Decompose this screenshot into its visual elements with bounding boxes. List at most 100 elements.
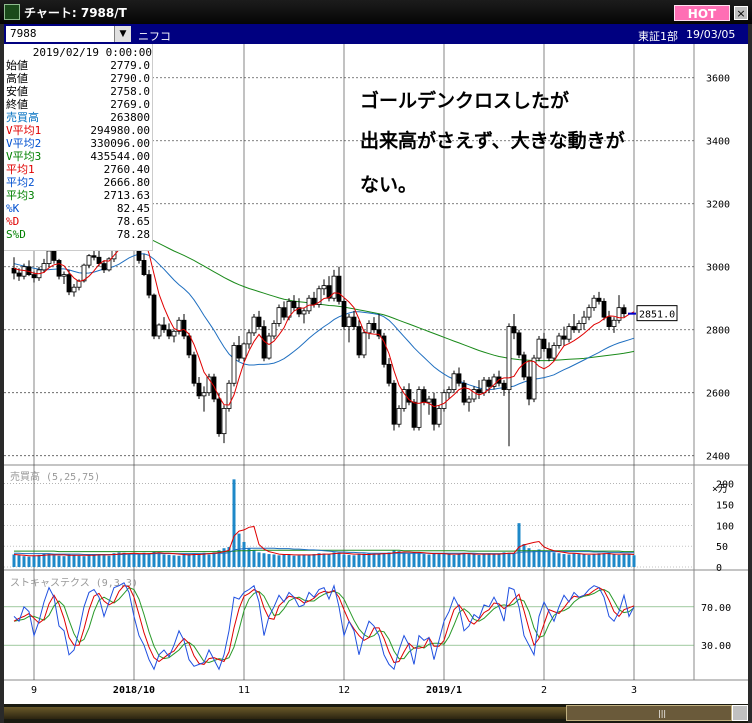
info-label: 始値 xyxy=(6,59,28,72)
volume-bar xyxy=(102,555,106,567)
volume-bar xyxy=(502,552,506,567)
volume-unit-label: ×万 xyxy=(712,484,728,495)
volume-bar xyxy=(452,554,456,567)
volume-bar xyxy=(447,554,451,567)
volume-bar xyxy=(322,553,326,567)
volume-bar xyxy=(212,552,216,567)
scroll-overview[interactable] xyxy=(4,707,566,719)
volume-bar xyxy=(112,553,116,567)
volume-bar xyxy=(77,555,81,567)
volume-bar xyxy=(487,553,491,567)
volume-bar xyxy=(457,554,461,567)
volume-bar xyxy=(152,551,156,567)
candle-body xyxy=(501,382,507,390)
info-row: V平均2 330096.00 xyxy=(4,137,152,150)
volume-bar xyxy=(27,556,31,567)
candle-body xyxy=(341,300,347,327)
candle-body xyxy=(271,323,277,337)
scroll-thumb[interactable] xyxy=(566,705,732,721)
candle-body xyxy=(91,255,97,258)
volume-bar xyxy=(357,554,361,567)
candle-body xyxy=(71,286,77,293)
volume-bar xyxy=(197,553,201,567)
volume-bar xyxy=(612,554,616,567)
scroll-end-button[interactable] xyxy=(732,705,748,721)
candle-body xyxy=(591,297,597,309)
volume-bar xyxy=(277,555,281,567)
ma-short-line xyxy=(13,230,635,408)
company-name: ニフコ xyxy=(138,30,171,43)
volume-bar xyxy=(572,553,576,567)
candle-body xyxy=(146,274,152,296)
volume-bar xyxy=(517,523,521,567)
candle-body xyxy=(541,338,547,350)
info-value: 2666.80 xyxy=(103,176,150,189)
candle-body xyxy=(336,275,342,302)
info-value: 2769.0 xyxy=(110,98,150,111)
candle-body xyxy=(531,357,537,400)
candle-body xyxy=(396,408,402,425)
volume-bar xyxy=(32,555,36,567)
volume-bar xyxy=(577,554,581,567)
candle-body xyxy=(41,263,47,271)
candle-body xyxy=(156,324,162,337)
volume-bar xyxy=(387,552,391,567)
candle-body xyxy=(421,389,427,403)
hot-badge[interactable]: HOT xyxy=(674,5,730,21)
price-tick-label: 3200 xyxy=(706,200,730,211)
close-button[interactable]: × xyxy=(734,6,748,20)
chevron-down-icon[interactable]: ▼ xyxy=(114,26,131,42)
volume-bar xyxy=(507,552,511,567)
candle-body xyxy=(546,348,552,359)
volume-bar xyxy=(482,554,486,567)
volume-bar xyxy=(282,554,286,567)
volume-bar xyxy=(617,554,621,567)
info-label: 平均2 xyxy=(6,176,35,189)
annotation-line-1: ゴールデンクロスしたが xyxy=(360,90,570,112)
volume-bar xyxy=(62,556,66,567)
candle-body xyxy=(161,324,167,331)
volume-bar xyxy=(492,553,496,567)
price-tick-label: 3000 xyxy=(706,263,730,274)
volume-bar xyxy=(522,544,526,567)
horizontal-scrollbar[interactable]: ||| xyxy=(4,704,748,723)
x-tick-label: 11 xyxy=(238,685,250,696)
volume-bar xyxy=(542,551,546,567)
info-row: %K 82.45 xyxy=(4,202,152,215)
info-value: 2790.0 xyxy=(110,72,150,85)
candle-body xyxy=(386,363,392,384)
stoch-k-line xyxy=(13,582,635,671)
candle-body xyxy=(246,332,252,345)
candle-body xyxy=(141,260,147,275)
candle-body xyxy=(476,389,482,394)
stoch-d-line xyxy=(13,585,635,665)
candle-body xyxy=(361,332,367,356)
info-row: S%D 78.28 xyxy=(4,228,152,241)
volume-bar xyxy=(272,554,276,567)
volume-bar xyxy=(442,553,446,567)
candle-body xyxy=(461,382,467,403)
volume-bar xyxy=(372,554,376,567)
symbol-input[interactable]: 7988 xyxy=(6,26,130,42)
volume-bar xyxy=(92,554,96,567)
volume-bar xyxy=(207,554,211,567)
volume-bar xyxy=(582,554,586,567)
grip-icon: ||| xyxy=(658,709,667,718)
info-row: 平均3 2713.63 xyxy=(4,189,152,202)
volume-bar xyxy=(342,554,346,567)
annotation-line-3: ない。 xyxy=(360,174,418,196)
candle-body xyxy=(621,307,627,315)
window-title: チャート: 7988/T xyxy=(24,6,127,20)
candle-body xyxy=(21,266,27,277)
volume-bar xyxy=(242,541,246,567)
price-tick-label: 2400 xyxy=(706,452,730,463)
info-label: V平均3 xyxy=(6,150,42,163)
volume-bar xyxy=(497,554,501,567)
candle-body xyxy=(186,335,192,356)
candle-body xyxy=(441,392,447,409)
volume-tick-label: 50 xyxy=(716,542,728,553)
candle-body xyxy=(451,373,457,390)
info-value: 330096.00 xyxy=(90,137,150,150)
candle-body xyxy=(526,376,532,400)
volume-bar xyxy=(67,554,71,567)
